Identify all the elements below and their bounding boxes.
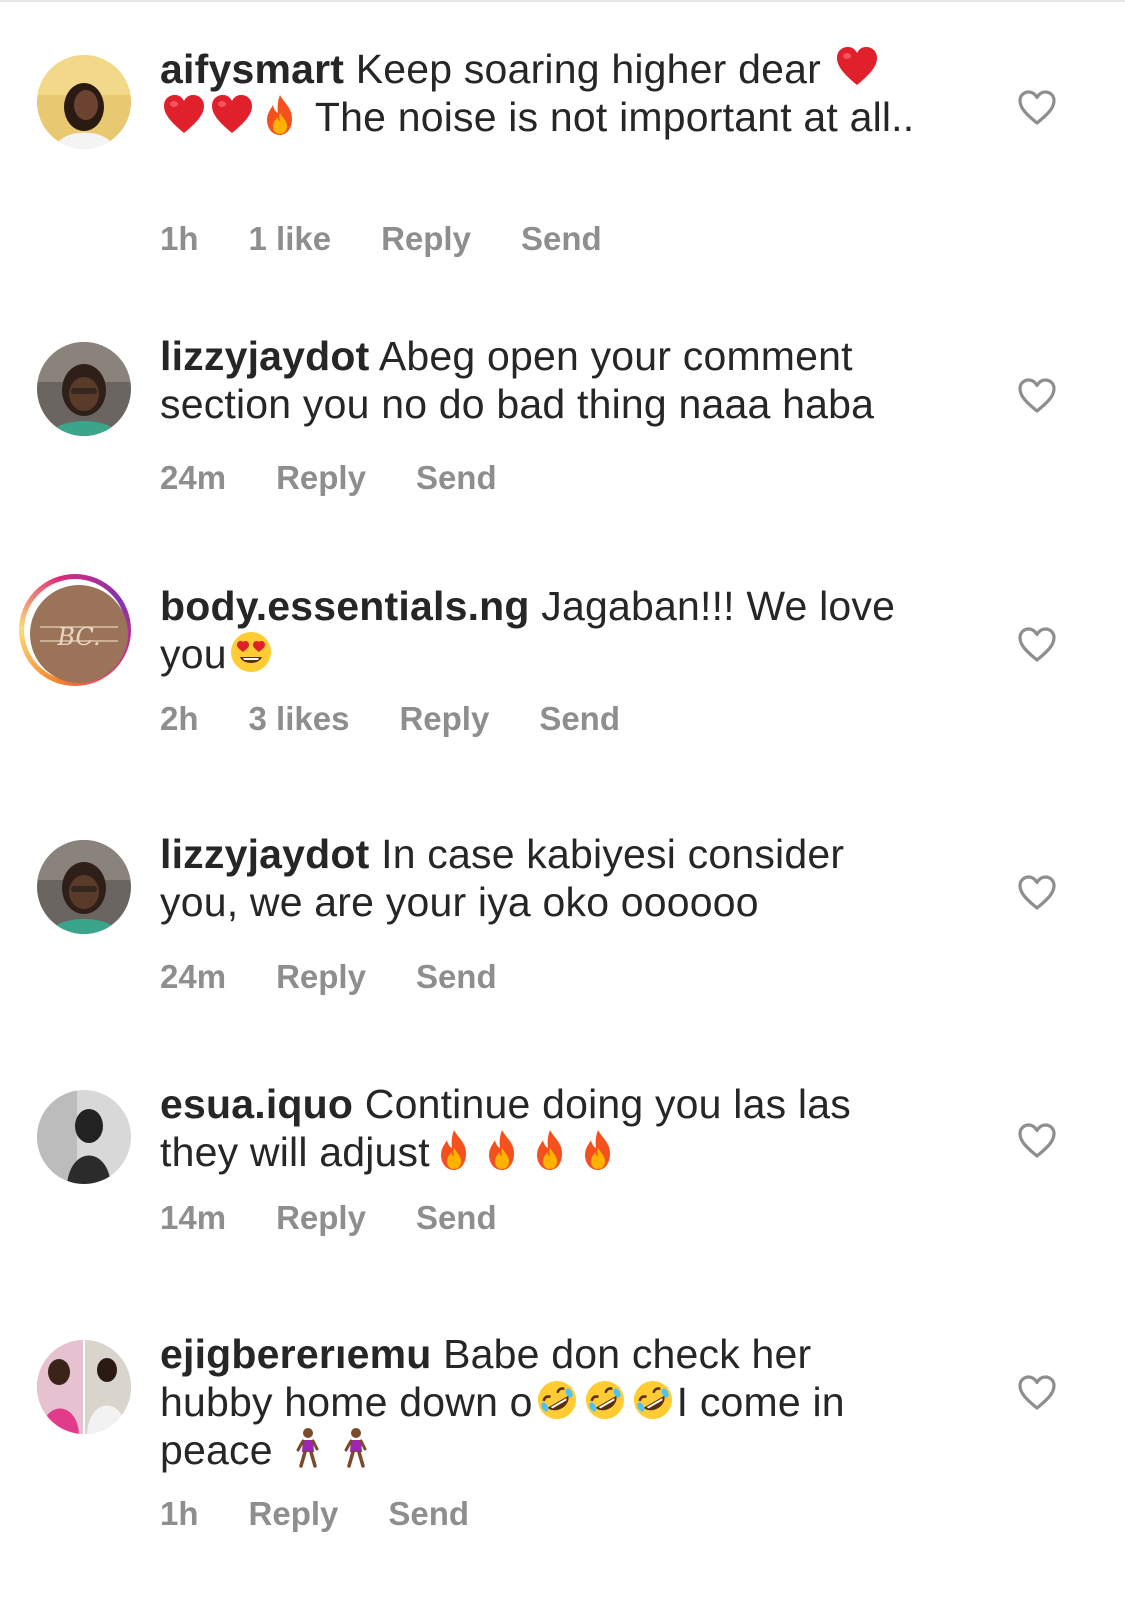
comment-time: 24m (160, 459, 227, 496)
red-heart-emoji (835, 45, 879, 89)
comment-meta: 1h 1 like Reply Send (160, 220, 652, 258)
comment-meta: 14m Reply Send (160, 1199, 547, 1237)
heart-eyes-emoji (229, 630, 273, 674)
rolling-laughing-emoji (583, 1378, 627, 1422)
comment-text: body.essentials.ng Jagaban!!! We love yo… (160, 583, 896, 677)
reply-button[interactable]: Reply (399, 700, 489, 737)
send-button[interactable]: Send (416, 459, 497, 496)
fire-emoji (432, 1128, 476, 1172)
heart-outline-icon[interactable] (1018, 378, 1056, 414)
comment-username[interactable]: aifysmart (160, 46, 344, 92)
comment-likes[interactable]: 1 like (249, 220, 332, 257)
avatar[interactable]: BC. (19, 574, 131, 686)
avatar[interactable] (37, 840, 131, 934)
fire-emoji (258, 93, 302, 137)
comment-meta: 24m Reply Send (160, 459, 547, 497)
fire-emoji (576, 1128, 620, 1172)
comment-meta: 2h 3 likes Reply Send (160, 700, 670, 738)
send-button[interactable]: Send (416, 958, 497, 995)
comment-time: 1h (160, 1495, 199, 1532)
comment-username[interactable]: body.essentials.ng (160, 583, 530, 629)
comment-meta: 1h Reply Send (160, 1495, 519, 1533)
reply-button[interactable]: Reply (276, 459, 366, 496)
comment-time: 1h (160, 220, 199, 257)
comment-likes[interactable]: 3 likes (249, 700, 350, 737)
heart-outline-icon[interactable] (1018, 1375, 1056, 1411)
comment-username[interactable]: ejigbererıemu (160, 1331, 431, 1377)
comment-text: ejigbererıemu Babe don check her hubby h… (160, 1331, 845, 1473)
reply-button[interactable]: Reply (381, 220, 471, 257)
rolling-laughing-emoji (535, 1378, 579, 1422)
woman-walking-emoji (286, 1426, 330, 1470)
comment-time: 2h (160, 700, 199, 737)
comment-meta: 24m Reply Send (160, 958, 547, 996)
heart-outline-icon[interactable] (1018, 90, 1056, 126)
avatar[interactable] (37, 342, 131, 436)
comment-username[interactable]: esua.iquo (160, 1081, 353, 1127)
comment-text: aifysmart Keep soaring higher dear The n… (160, 45, 915, 140)
avatar[interactable] (37, 1090, 131, 1184)
rolling-laughing-emoji (631, 1378, 675, 1422)
svg-text:BC.: BC. (56, 623, 100, 651)
heart-outline-icon[interactable] (1018, 1123, 1056, 1159)
reply-button[interactable]: Reply (276, 1199, 366, 1236)
comment-username[interactable]: lizzyjaydot (160, 333, 370, 379)
comment-username[interactable]: lizzyjaydot (160, 831, 370, 877)
avatar[interactable] (37, 1340, 131, 1434)
send-button[interactable]: Send (388, 1495, 469, 1532)
comment-text: esua.iquo Continue doing you las las the… (160, 1081, 851, 1175)
heart-outline-icon[interactable] (1018, 627, 1056, 663)
comment-text: lizzyjaydot Abeg open your comment secti… (160, 333, 875, 427)
red-heart-emoji (210, 93, 254, 137)
send-button[interactable]: Send (539, 700, 620, 737)
heart-outline-icon[interactable] (1018, 875, 1056, 911)
fire-emoji (480, 1128, 524, 1172)
comment-time: 24m (160, 958, 227, 995)
avatar[interactable] (37, 55, 131, 149)
comment-text: lizzyjaydot In case kabiyesi consider yo… (160, 831, 845, 925)
reply-button[interactable]: Reply (276, 958, 366, 995)
fire-emoji (528, 1128, 572, 1172)
send-button[interactable]: Send (521, 220, 602, 257)
red-heart-emoji (162, 93, 206, 137)
woman-walking-emoji (334, 1426, 378, 1470)
reply-button[interactable]: Reply (249, 1495, 339, 1532)
send-button[interactable]: Send (416, 1199, 497, 1236)
top-divider (0, 0, 1125, 2)
comment-time: 14m (160, 1199, 227, 1236)
